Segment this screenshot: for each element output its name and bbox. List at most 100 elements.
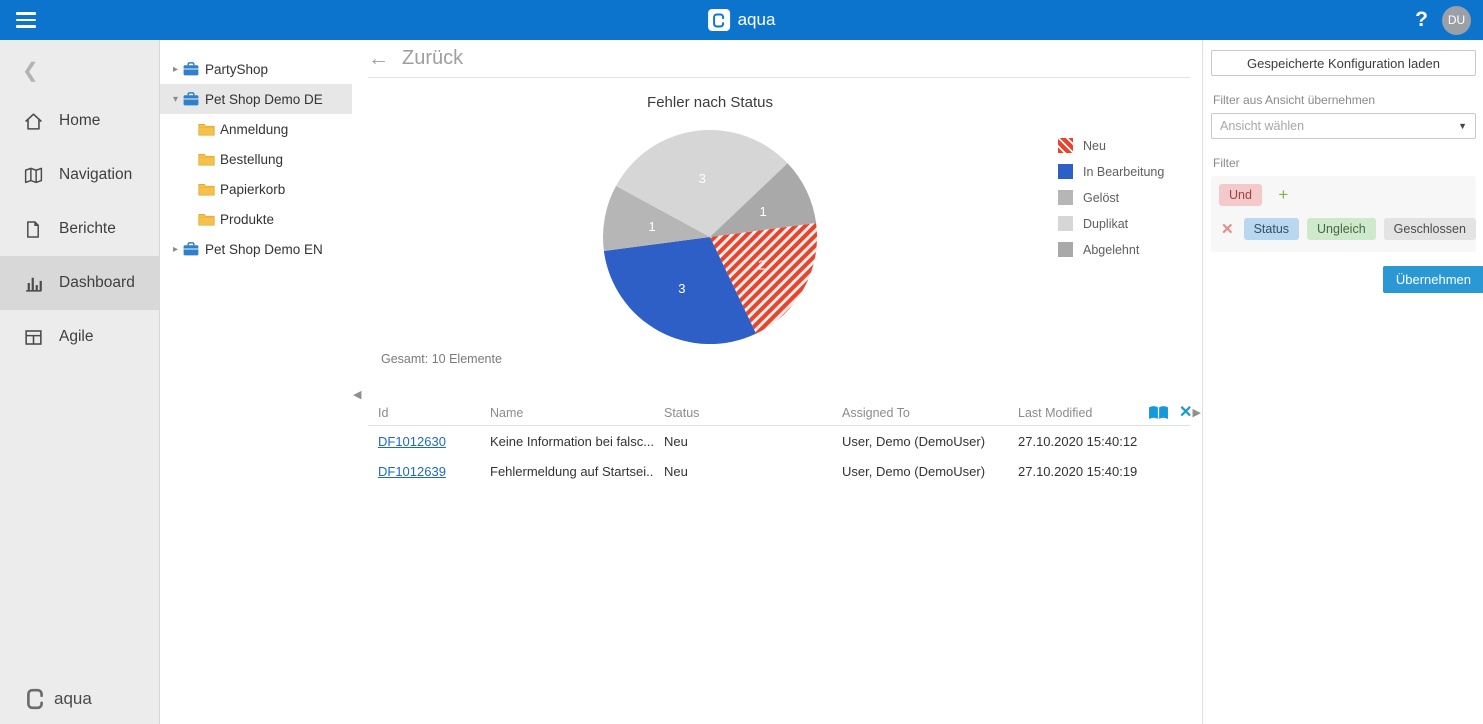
- tree-item-pet-shop-demo-de[interactable]: ▾ Pet Shop Demo DE: [160, 84, 352, 114]
- view-select-placeholder: Ansicht wählen: [1220, 119, 1305, 133]
- pie-value-label: 3: [699, 171, 706, 186]
- close-table-icon[interactable]: ✕: [1179, 404, 1192, 421]
- chart-area: Fehler nach Status 2 3 1 3 1 Neu In Bearbeitu…: [352, 78, 1202, 386]
- user-avatar[interactable]: DU: [1442, 5, 1471, 35]
- legend-item-abgelehnt[interactable]: Abgelehnt: [1058, 242, 1164, 257]
- home-icon: [22, 110, 44, 132]
- folder-icon: [198, 123, 218, 136]
- tree-item-pet-shop-demo-en[interactable]: ▸ Pet Shop Demo EN: [160, 234, 352, 264]
- folder-icon: [198, 183, 218, 196]
- sidebar-item-label: Dashboard: [59, 274, 135, 291]
- chevron-down-icon: ▼: [1458, 121, 1467, 131]
- dashboard-content: ← Zurück Fehler nach Status 2 3 1 3 1 Neu In …: [352, 40, 1202, 724]
- column-header-id[interactable]: Id: [368, 406, 480, 420]
- legend-label: Duplikat: [1083, 216, 1129, 231]
- sidebar-item-navigation[interactable]: Navigation: [0, 148, 159, 202]
- panel-collapse-left-icon[interactable]: ◀: [353, 388, 361, 401]
- back-label[interactable]: Zurück: [402, 47, 463, 70]
- defect-status: Neu: [664, 433, 688, 449]
- main-sidebar: ❮ Home Navigation Berichte Dashboard Agile a…: [0, 40, 160, 724]
- sidebar-collapse-icon[interactable]: ❮: [0, 46, 159, 94]
- sidebar-item-home[interactable]: Home: [0, 94, 159, 148]
- hamburger-menu-icon[interactable]: [0, 0, 46, 40]
- filter-panel: Gespeicherte Konfiguration laden Filter …: [1202, 40, 1483, 724]
- column-header-name[interactable]: Name: [480, 406, 654, 420]
- defect-assigned-to: User, Demo (DemoUser): [842, 463, 986, 479]
- tree-item-label: PartyShop: [205, 61, 269, 77]
- legend-swatch: [1058, 190, 1073, 205]
- condition-field-chip[interactable]: Status: [1243, 218, 1300, 240]
- tree-item-bestellung[interactable]: Bestellung: [160, 144, 352, 174]
- pie-value-label: 3: [678, 281, 685, 296]
- table-row[interactable]: DF1012630 Keine Information bei falsc... N…: [368, 426, 1190, 456]
- load-saved-configuration-button[interactable]: Gespeicherte Konfiguration laden: [1211, 50, 1476, 76]
- back-arrow-icon[interactable]: ←: [368, 47, 389, 71]
- footer-brand-name: aqua: [54, 689, 92, 708]
- expand-arrow-icon[interactable]: ▸: [168, 64, 183, 75]
- project-icon: [183, 92, 203, 106]
- brand-name: aqua: [737, 10, 776, 29]
- view-select[interactable]: Ansicht wählen ▼: [1211, 113, 1476, 139]
- remove-condition-icon[interactable]: ✕: [1219, 220, 1236, 238]
- legend-swatch: [1058, 242, 1073, 257]
- back-header: ← Zurück: [368, 40, 1190, 78]
- tree-item-label: Pet Shop Demo DE: [205, 91, 323, 107]
- legend-item-neu[interactable]: Neu: [1058, 138, 1164, 153]
- filter-builder: Und + ✕ Status Ungleich Geschlossen: [1211, 176, 1476, 252]
- column-header-last-modified[interactable]: Last Modified: [1008, 406, 1148, 420]
- tree-item-partyshop[interactable]: ▸ PartyShop: [160, 54, 352, 84]
- help-icon[interactable]: ?: [1415, 8, 1428, 32]
- condition-value-chip[interactable]: Geschlossen: [1383, 218, 1476, 240]
- defect-id-link[interactable]: DF1012630: [378, 434, 446, 449]
- defects-table: Id Name Status Assigned To Last Modified ✕ DF…: [368, 400, 1192, 486]
- pie-value-label: 1: [648, 219, 655, 234]
- condition-operator-chip[interactable]: Ungleich: [1307, 218, 1376, 240]
- tree-item-label: Produkte: [220, 211, 275, 227]
- project-icon: [183, 62, 203, 76]
- apply-filter-button[interactable]: Übernehmen: [1382, 266, 1483, 293]
- total-elements-label: Gesamt: 10 Elemente: [381, 352, 502, 366]
- book-icon[interactable]: [1148, 405, 1169, 421]
- tree-item-label: Pet Shop Demo EN: [205, 241, 323, 257]
- project-icon: [183, 242, 203, 256]
- legend-item-in-bearbeitung[interactable]: In Bearbeitung: [1058, 164, 1164, 179]
- tree-item-anmeldung[interactable]: Anmeldung: [160, 114, 352, 144]
- defect-id-link[interactable]: DF1012639: [378, 464, 446, 479]
- defect-assigned-to: User, Demo (DemoUser): [842, 433, 986, 449]
- collapse-arrow-icon[interactable]: ▾: [168, 94, 183, 105]
- chart-legend: Neu In Bearbeitung Gelöst Duplikat Abgelehnt: [1058, 138, 1164, 268]
- filter-condition-row: ✕ Status Ungleich Geschlossen: [1219, 218, 1476, 240]
- view-filter-label: Filter aus Ansicht übernehmen: [1213, 93, 1376, 107]
- grid-icon: [22, 326, 44, 348]
- legend-label: Abgelehnt: [1083, 242, 1140, 257]
- column-header-assigned-to[interactable]: Assigned To: [832, 406, 1008, 420]
- tree-item-produkte[interactable]: Produkte: [160, 204, 352, 234]
- table-row[interactable]: DF1012639 Fehlermeldung auf Startsei... Ne…: [368, 456, 1190, 486]
- legend-label: In Bearbeitung: [1083, 164, 1165, 179]
- app-brand: aqua: [707, 0, 776, 40]
- chart-title: Fehler nach Status: [647, 94, 773, 111]
- defect-last-modified: 27.10.2020 15:40:12: [1018, 433, 1138, 449]
- tree-item-label: Papierkorb: [220, 181, 286, 197]
- project-tree: ▸ PartyShop ▾ Pet Shop Demo DE Anmeldung Best…: [160, 40, 352, 724]
- pie-value-label: 1: [759, 204, 766, 219]
- sidebar-item-dashboard[interactable]: Dashboard: [0, 256, 159, 310]
- add-condition-icon[interactable]: +: [1278, 185, 1288, 204]
- legend-item-duplikat[interactable]: Duplikat: [1058, 216, 1164, 231]
- bar-chart-icon: [22, 272, 44, 294]
- pie-value-label: 2: [758, 258, 765, 273]
- column-header-status[interactable]: Status: [654, 406, 832, 420]
- tree-item-label: Anmeldung: [220, 121, 289, 137]
- sidebar-item-berichte[interactable]: Berichte: [0, 202, 159, 256]
- pie-chart: 2 3 1 3 1: [602, 129, 818, 345]
- report-icon: [22, 218, 44, 240]
- sidebar-item-agile[interactable]: Agile: [0, 310, 159, 364]
- tree-item-papierkorb[interactable]: Papierkorb: [160, 174, 352, 204]
- legend-item-gelöst[interactable]: Gelöst: [1058, 190, 1164, 205]
- aqua-logo-icon: [707, 9, 730, 31]
- folder-icon: [198, 153, 218, 166]
- filter-operator-chip[interactable]: Und: [1219, 184, 1262, 206]
- expand-arrow-icon[interactable]: ▸: [168, 244, 183, 255]
- table-header-row: Id Name Status Assigned To Last Modified ✕: [368, 400, 1192, 426]
- panel-collapse-right-icon[interactable]: ▶: [1193, 406, 1201, 419]
